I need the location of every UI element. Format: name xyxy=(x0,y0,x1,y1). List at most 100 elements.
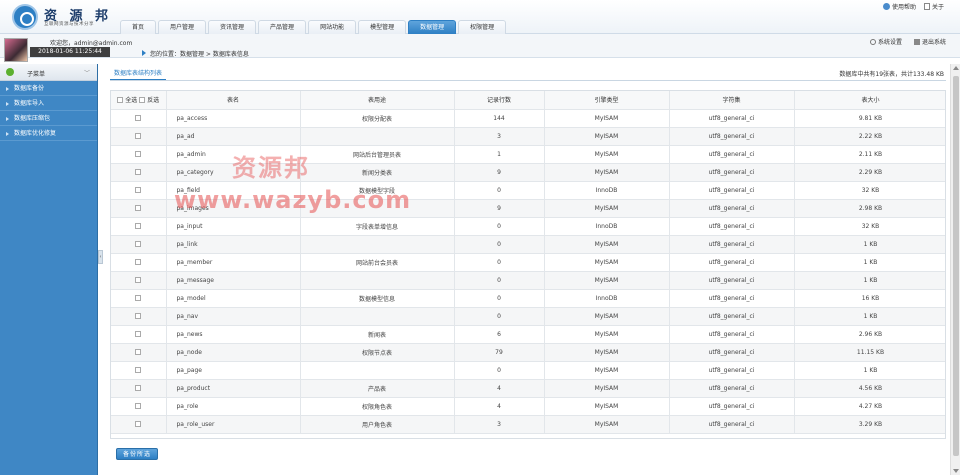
row-checkbox[interactable] xyxy=(135,241,142,247)
engine-cell: MyISAM xyxy=(544,361,670,380)
row-checkbox[interactable] xyxy=(135,367,142,373)
row-select-cell xyxy=(111,379,167,398)
col-header-purpose: 表用途 xyxy=(300,91,455,110)
location-icon xyxy=(142,50,146,56)
table-purpose-cell: 网站后台管理员表 xyxy=(300,145,455,164)
table-row[interactable]: pa_link 0 MyISAM utf8_general_ci 1 KB xyxy=(111,235,945,254)
row-checkbox[interactable] xyxy=(135,223,142,229)
table-name-cell: pa_category xyxy=(166,163,301,182)
row-select-cell xyxy=(111,397,167,416)
nav-tab-data[interactable]: 数据管理 xyxy=(408,20,457,34)
table-row[interactable]: pa_role_user 用户角色表 3 MyISAM utf8_general_ci 3… xyxy=(111,415,945,434)
charset-cell: utf8_general_ci xyxy=(669,163,795,182)
table-row[interactable]: pa_model 数据模型信息 0 InnoDB utf8_general_ci 16 K… xyxy=(111,289,945,308)
logout-icon xyxy=(913,38,920,45)
table-row[interactable]: pa_admin 网站后台管理员表 1 MyISAM utf8_general_ci 2.… xyxy=(111,145,945,164)
row-checkbox[interactable] xyxy=(135,385,142,391)
row-count-cell: 4 xyxy=(454,397,545,416)
charset-cell: utf8_general_ci xyxy=(669,397,795,416)
engine-cell: MyISAM xyxy=(544,379,670,398)
charset-cell: utf8_general_ci xyxy=(669,145,795,164)
row-checkbox[interactable] xyxy=(135,403,142,409)
col-header-charset: 字符集 xyxy=(669,91,795,110)
table-header-row: 全选 反选 表名 表用途 记录行数 引擎类型 字符集 表大小 xyxy=(111,91,945,110)
size-cell: 1 KB xyxy=(794,253,945,272)
logout-link[interactable]: 退出系统 xyxy=(922,37,946,46)
nav-tab-models[interactable]: 模型管理 xyxy=(358,20,407,34)
nav-tab-news[interactable]: 资讯管理 xyxy=(208,20,257,34)
sidebar-item-archives[interactable]: 数据库压缩包 xyxy=(0,111,97,126)
table-row[interactable]: pa_news 新闻表 6 MyISAM utf8_general_ci 2.96 KB xyxy=(111,325,945,344)
about-link[interactable]: 关于 xyxy=(932,2,944,11)
invert-label[interactable]: 反选 xyxy=(147,95,159,104)
row-checkbox[interactable] xyxy=(135,205,142,211)
table-name-cell: pa_node xyxy=(166,343,301,362)
table-row[interactable]: pa_category 新闻分类表 9 MyISAM utf8_general_ci 2.… xyxy=(111,163,945,182)
scroll-thumb[interactable] xyxy=(953,76,959,456)
table-row[interactable]: pa_product 产品表 4 MyISAM utf8_general_ci 4.56 … xyxy=(111,379,945,398)
nav-tab-home[interactable]: 首页 xyxy=(120,20,157,34)
table-row[interactable]: pa_message 0 MyISAM utf8_general_ci 1 KB xyxy=(111,271,945,290)
row-checkbox[interactable] xyxy=(135,313,142,319)
table-row[interactable]: pa_access 权限分配表 144 MyISAM utf8_general_ci 9.… xyxy=(111,109,945,128)
table-name-cell: pa_ad xyxy=(166,127,301,146)
engine-cell: InnoDB xyxy=(544,289,670,308)
size-cell: 2.98 KB xyxy=(794,199,945,218)
row-checkbox[interactable] xyxy=(135,169,142,175)
table-row[interactable]: pa_member 网站前台会员表 0 MyISAM utf8_general_ci 1 … xyxy=(111,253,945,272)
sidebar-header[interactable]: 子菜单 ﹀ xyxy=(0,64,97,81)
size-cell: 1 KB xyxy=(794,361,945,380)
scroll-down-icon[interactable] xyxy=(953,469,959,473)
charset-cell: utf8_general_ci xyxy=(669,325,795,344)
nav-tab-site[interactable]: 网站功能 xyxy=(308,20,357,34)
table-purpose-cell: 权限节点表 xyxy=(300,343,455,362)
row-checkbox[interactable] xyxy=(135,277,142,283)
sidebar-collapse-handle[interactable]: ‹ xyxy=(98,250,103,264)
row-checkbox[interactable] xyxy=(135,187,142,193)
invert-checkbox[interactable] xyxy=(139,96,146,103)
table-row[interactable]: pa_page 0 MyISAM utf8_general_ci 1 KB xyxy=(111,361,945,380)
table-row[interactable]: pa_ad 3 MyISAM utf8_general_ci 2.22 KB xyxy=(111,127,945,146)
table-container: 全选 反选 表名 表用途 记录行数 引擎类型 字符集 表大小 pa_access… xyxy=(110,90,946,439)
engine-cell: MyISAM xyxy=(544,109,670,128)
table-name-cell: pa_news xyxy=(166,325,301,344)
charset-cell: utf8_general_ci xyxy=(669,379,795,398)
row-select-cell xyxy=(111,217,167,236)
table-row[interactable]: pa_node 权限节点表 79 MyISAM utf8_general_ci 11.15… xyxy=(111,343,945,362)
row-count-cell: 6 xyxy=(454,325,545,344)
select-all-checkbox[interactable] xyxy=(117,96,124,103)
scroll-up-icon[interactable] xyxy=(953,66,959,70)
charset-cell: utf8_general_ci xyxy=(669,199,795,218)
backup-selected-button[interactable]: 备份所选 xyxy=(116,448,159,460)
table-row[interactable]: pa_role 权限角色表 4 MyISAM utf8_general_ci 4.27 K… xyxy=(111,397,945,416)
table-row[interactable]: pa_nav 0 MyISAM utf8_general_ci 1 KB xyxy=(111,307,945,326)
charset-cell: utf8_general_ci xyxy=(669,217,795,236)
row-checkbox[interactable] xyxy=(135,421,142,427)
table-row[interactable]: pa_images 9 MyISAM utf8_general_ci 2.98 KB xyxy=(111,199,945,218)
sidebar-item-backup[interactable]: 数据库备份 xyxy=(0,81,97,96)
page-scrollbar[interactable] xyxy=(950,64,960,475)
settings-link[interactable]: 系统设置 xyxy=(878,37,902,46)
sidebar-item-import[interactable]: 数据库导入 xyxy=(0,96,97,111)
select-all-label[interactable]: 全选 xyxy=(125,95,137,104)
row-checkbox[interactable] xyxy=(135,349,142,355)
row-count-cell: 0 xyxy=(454,289,545,308)
nav-tab-products[interactable]: 产品管理 xyxy=(258,20,307,34)
nav-tab-users[interactable]: 用户管理 xyxy=(158,20,207,34)
nav-tab-permissions[interactable]: 权限管理 xyxy=(458,20,507,34)
help-link[interactable]: 使用帮助 xyxy=(892,2,916,11)
table-row[interactable]: pa_field 数据模型字段 0 InnoDB utf8_general_ci 32 K… xyxy=(111,181,945,200)
row-select-cell xyxy=(111,325,167,344)
row-checkbox[interactable] xyxy=(135,115,142,121)
engine-cell: MyISAM xyxy=(544,343,670,362)
row-checkbox[interactable] xyxy=(135,295,142,301)
row-checkbox[interactable] xyxy=(135,331,142,337)
charset-cell: utf8_general_ci xyxy=(669,181,795,200)
row-checkbox[interactable] xyxy=(135,151,142,157)
row-checkbox[interactable] xyxy=(135,259,142,265)
size-cell: 16 KB xyxy=(794,289,945,308)
document-icon xyxy=(923,3,930,10)
sidebar-item-optimize[interactable]: 数据库优化修复 xyxy=(0,126,97,141)
table-row[interactable]: pa_input 字段表单增信息 0 InnoDB utf8_general_ci 32 … xyxy=(111,217,945,236)
row-checkbox[interactable] xyxy=(135,133,142,139)
